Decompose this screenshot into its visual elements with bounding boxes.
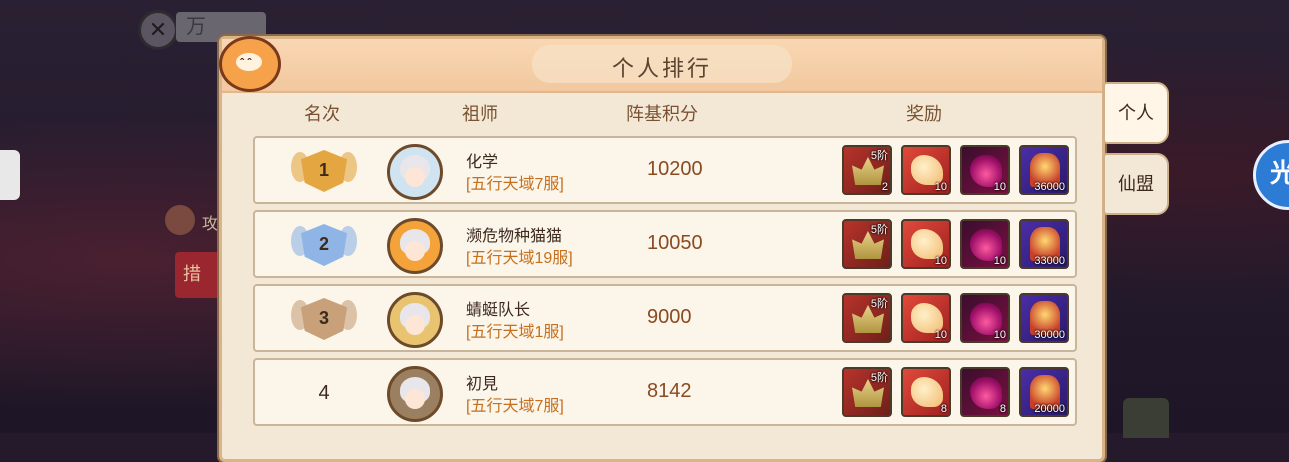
treasure-icon[interactable]: 20000	[1019, 367, 1069, 417]
crown-gear-icon[interactable]: 5阶	[842, 293, 892, 343]
side-avatar-icon[interactable]	[0, 150, 20, 200]
bronze-medal-icon: 3	[291, 294, 357, 344]
scroll-icon[interactable]: 10	[901, 293, 951, 343]
player-server: [五行天域19服]	[466, 250, 573, 267]
reward-quantity: 33000	[1034, 255, 1065, 267]
reward-quantity: 30000	[1034, 329, 1065, 341]
player-server: [五行天域7服]	[466, 398, 564, 415]
reward-quantity: 10	[993, 181, 1006, 193]
player-server: [五行天域1服]	[466, 324, 564, 341]
reward-quantity: 36000	[1034, 181, 1065, 193]
treasure-icon[interactable]: 36000	[1019, 145, 1069, 195]
table-row[interactable]: 3 蜻蜓队长 [五行天域1服] 9000 5阶 10 10 30000	[253, 284, 1077, 352]
close-icon[interactable]: ✕	[138, 10, 178, 50]
rank-number: 4	[318, 382, 330, 404]
crown-gear-icon[interactable]: 5阶	[842, 367, 892, 417]
reward-quantity: 10	[934, 255, 947, 267]
player-name: 化学	[466, 154, 499, 171]
avatar-face	[405, 389, 425, 409]
reward-quantity: 8	[940, 403, 947, 415]
rank-number: 3	[318, 308, 329, 328]
purple-flame-icon[interactable]: 10	[960, 293, 1010, 343]
tab-alliance[interactable]: 仙盟	[1103, 153, 1169, 215]
ranking-panel: 个人排行 ˆ ˆ 名次 祖师 阵基积分 奖励 1 化学 [五行天域7服] 10200 5…	[219, 36, 1105, 462]
lamp-icon[interactable]	[1123, 398, 1169, 438]
player-score: 8142	[647, 380, 692, 402]
player-score: 10050	[647, 232, 703, 254]
column-header-score: 阵基积分	[626, 104, 698, 124]
purple-flame-icon[interactable]: 10	[960, 219, 1010, 269]
player-name: 蜻蜓队长	[466, 302, 531, 319]
reward-tier: 5阶	[870, 372, 888, 384]
attack-label: 攻	[202, 216, 219, 233]
avatar-face	[405, 167, 425, 187]
reward-quantity: 10	[934, 329, 947, 341]
table-row[interactable]: 1 化学 [五行天域7服] 10200 5阶 2 10 10 36000	[253, 136, 1077, 204]
avatar[interactable]	[387, 218, 443, 274]
table-row[interactable]: 4 初見 [五行天域7服] 8142 5阶 8 8 20000	[253, 358, 1077, 426]
silver-medal-icon: 2	[291, 220, 357, 270]
crown-gear-icon[interactable]: 5阶 2	[842, 145, 892, 195]
reward-quantity: 8	[999, 403, 1006, 415]
tab-personal[interactable]: 个人	[1103, 82, 1169, 144]
treasure-icon[interactable]: 33000	[1019, 219, 1069, 269]
scroll-icon[interactable]: 10	[901, 219, 951, 269]
panel-title-bar: 个人排行	[222, 39, 1102, 93]
crown-gear-icon[interactable]: 5阶	[842, 219, 892, 269]
reward-quantity: 10	[934, 181, 947, 193]
lantern-icon	[165, 205, 195, 235]
red-button[interactable]: 措	[175, 252, 220, 298]
scroll-icon[interactable]: 10	[901, 145, 951, 195]
treasure-icon[interactable]: 30000	[1019, 293, 1069, 343]
avatar-face	[405, 315, 425, 335]
column-header-rank: 名次	[304, 104, 340, 124]
reward-art	[970, 377, 1002, 409]
scroll-icon[interactable]: 8	[901, 367, 951, 417]
cat-mascot-icon: ˆ ˆ	[219, 36, 281, 92]
reward-quantity: 20000	[1034, 403, 1065, 415]
avatar[interactable]	[387, 144, 443, 200]
badge-glyph: 光	[1270, 158, 1289, 188]
player-name: 濒危物种猫猫	[466, 228, 563, 245]
table-row[interactable]: 2 濒危物种猫猫 [五行天域19服] 10050 5阶 10 10 33000	[253, 210, 1077, 278]
reward-art	[911, 377, 943, 407]
reward-tier: 5阶	[870, 298, 888, 310]
reward-quantity: 10	[993, 255, 1006, 267]
gold-medal-icon: 1	[291, 146, 357, 196]
reward-tier: 5阶	[870, 224, 888, 236]
column-header-reward: 奖励	[906, 104, 942, 124]
player-name: 初見	[466, 376, 499, 393]
reward-quantity: 10	[993, 329, 1006, 341]
page-title: 个人排行	[611, 56, 712, 81]
purple-flame-icon[interactable]: 8	[960, 367, 1010, 417]
avatar[interactable]	[387, 366, 443, 422]
avatar-face	[405, 241, 425, 261]
player-score: 9000	[647, 306, 692, 328]
player-server: [五行天域7服]	[466, 176, 564, 193]
rank-number: 1	[318, 160, 329, 180]
avatar[interactable]	[387, 292, 443, 348]
purple-flame-icon[interactable]: 10	[960, 145, 1010, 195]
player-score: 10200	[647, 158, 703, 180]
reward-quantity: 2	[881, 181, 888, 193]
reward-tier: 5阶	[870, 150, 888, 162]
column-header-ancestor: 祖师	[462, 104, 498, 124]
cat-eyes: ˆ ˆ	[240, 56, 252, 70]
rank-number: 2	[318, 234, 329, 254]
